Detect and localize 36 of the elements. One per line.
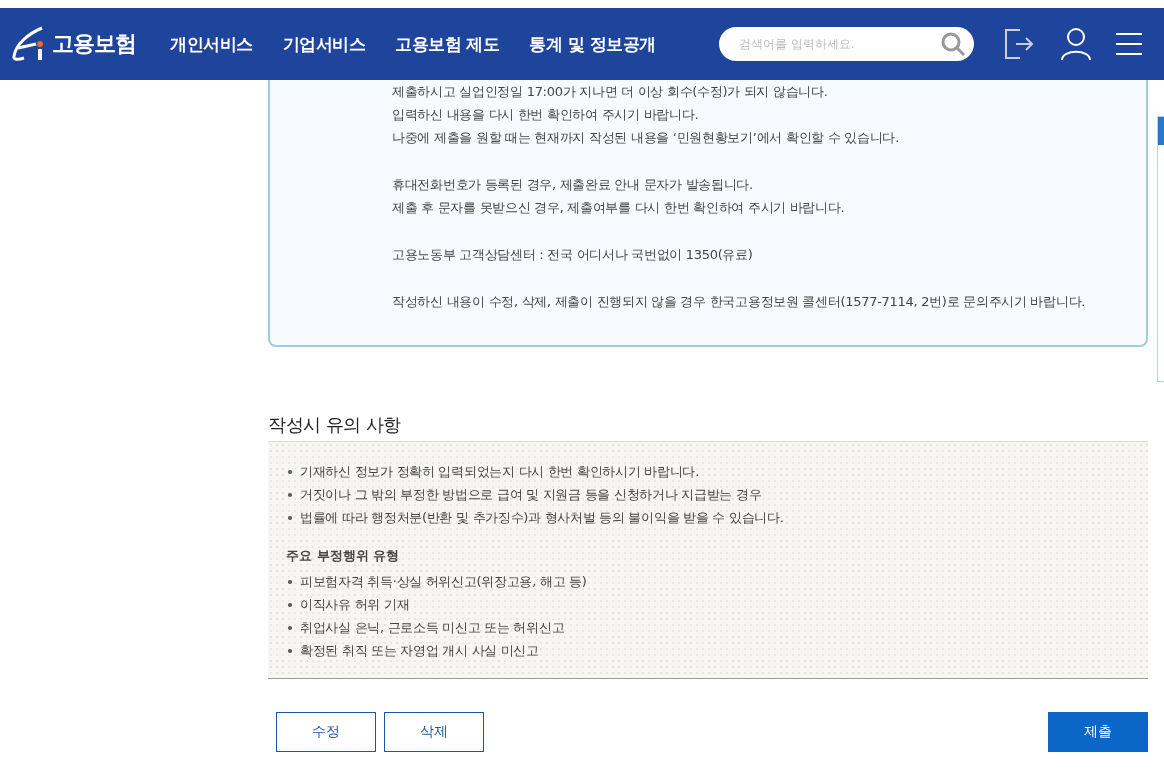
user-button[interactable] [1060, 27, 1092, 61]
logo-text[interactable]: 고용보험 [52, 29, 136, 59]
subheading: 주요 부정행위 유형 [286, 547, 401, 565]
notice-text: 입력하신 내용을 다시 한번 확인하여 주시기 바랍니다. [392, 106, 700, 124]
action-button[interactable]: 수정 [276, 712, 376, 752]
fraud-type-item: 피보험자격 취득·상실 허위신고(위장고용, 해고 등) [300, 573, 587, 591]
bullet-icon [288, 492, 292, 497]
menu-button[interactable] [1116, 32, 1142, 56]
nav-link[interactable]: 기업서비스 [282, 32, 365, 56]
caution-item: 기재하신 정보가 정확히 입력되었는지 다시 한번 확인하시기 바랍니다. [300, 463, 699, 481]
nav-link[interactable]: 통계 및 정보공개 [529, 32, 656, 56]
logout-button[interactable] [1004, 28, 1036, 60]
nav-link[interactable]: 개인서비스 [170, 32, 253, 56]
bullet-icon [288, 515, 292, 520]
bullet-icon [288, 469, 292, 474]
section-title: 작성시 유의 사항 [268, 413, 402, 437]
notice-text: 제출하시고 실업인정일 17:00가 지나면 더 이상 회수(수정)가 되지 않습니다. [392, 83, 829, 101]
notice-text: 고용노동부 고객상담센터 : 전국 어디서나 국번없이 1350(유료) [392, 246, 754, 264]
fraud-type-item: 확정된 취직 또는 자영업 개시 사실 미신고 [300, 642, 539, 660]
notice-text: 나중에 제출을 원할 때는 현재까지 작성된 내용을 ‘민원현황보기’에서 확인할 수 있습니다. [392, 129, 901, 147]
bullet-icon [288, 579, 292, 584]
caution-item: 거짓이나 그 밖의 부정한 방법으로 급여 및 지원금 등을 신청하거나 지급받는 경우 [300, 486, 762, 504]
search-field[interactable]: 검색어를 입력하세요. [719, 27, 974, 61]
fraud-type-item: 이직사유 허위 기재 [300, 596, 410, 614]
fraud-type-item: 취업사실 은닉, 근로소득 미신고 또는 허위신고 [300, 619, 565, 637]
notice-text: 작성하신 내용이 수정, 삭제, 제출이 진행되지 않을 경우 한국고용정보원 콜센터(1577-7114, 2번)로 문의주시기 바랍니다. [392, 293, 1087, 311]
bullet-icon [288, 625, 292, 630]
action-button[interactable]: 삭제 [384, 712, 484, 752]
submit-button[interactable]: 제출 [1048, 712, 1148, 752]
bullet-icon [288, 602, 292, 607]
nav-link[interactable]: 고용보험 제도 [395, 32, 500, 56]
notice-text: 휴대전화번호가 등록된 경우, 제출완료 안내 문자가 발송됩니다. [392, 176, 754, 194]
notice-text: 제출 후 문자를 못받으신 경우, 제출여부를 다시 한번 확인하여 주시기 바랍니다. [392, 199, 846, 217]
search-icon[interactable] [940, 31, 966, 57]
bullet-icon [288, 648, 292, 653]
caution-item: 법률에 따라 행정처분(반환 및 추가징수)과 형사처벌 등의 불이익을 받을 수 있습니다. [300, 509, 784, 527]
